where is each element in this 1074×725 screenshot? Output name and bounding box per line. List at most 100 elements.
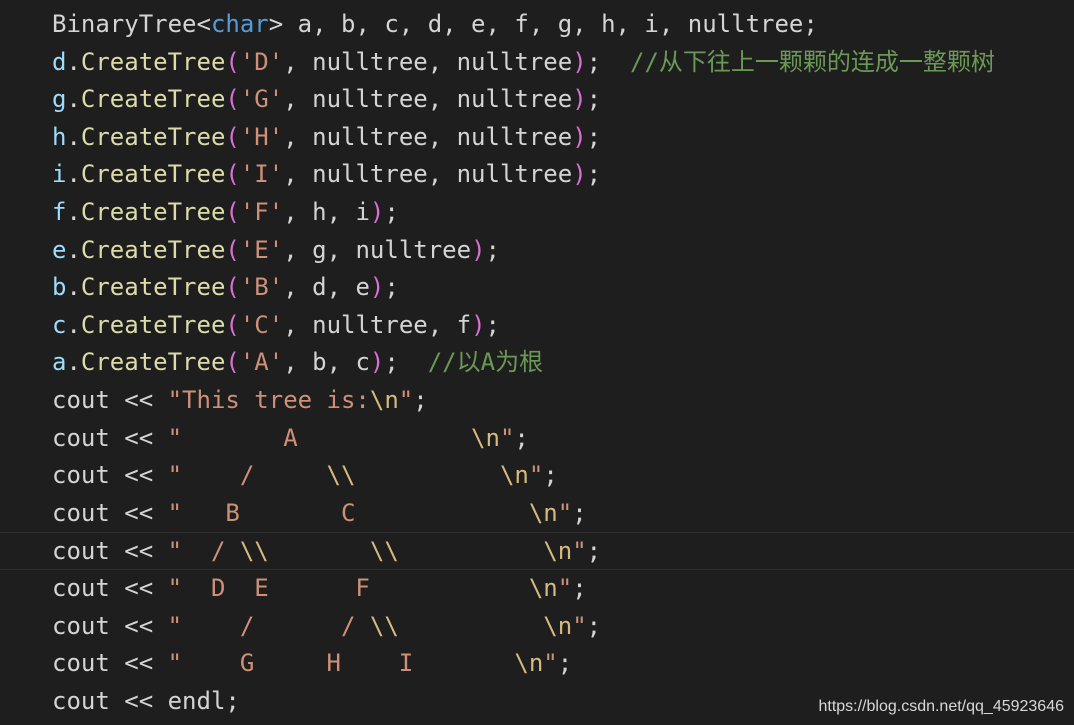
code-line[interactable]: g.CreateTree('G', nulltree, nulltree); <box>0 81 1074 119</box>
code-token-string: 'I' <box>239 160 284 189</box>
code-token-paren: ( <box>225 310 240 339</box>
code-token-string: " <box>543 649 558 678</box>
code-token-method: CreateTree <box>80 310 226 339</box>
code-token-default: ; <box>586 537 602 566</box>
code-line[interactable]: cout << "This tree is:\n"; <box>0 382 1074 420</box>
code-token-string: "This tree is: <box>167 386 370 414</box>
code-token-default: ; <box>586 611 602 640</box>
code-token-default: , nulltree, nulltree <box>283 47 573 76</box>
code-token-string: " G H I <box>167 649 515 678</box>
code-line[interactable]: cout << " / \\ \\ \n"; <box>0 532 1074 570</box>
code-token-default: . <box>66 310 81 339</box>
code-line[interactable]: d.CreateTree('D', nulltree, nulltree); /… <box>0 44 1074 82</box>
code-token-default: ; <box>586 122 602 151</box>
code-token-escape: \n <box>528 498 558 527</box>
code-token-paren: ) <box>572 47 587 76</box>
code-token-comment: //从下往上一颗颗的连成一整颗树 <box>630 47 995 76</box>
code-token-paren: ) <box>572 160 587 189</box>
code-line[interactable]: f.CreateTree('F', h, i); <box>0 194 1074 232</box>
code-token-default: ; <box>586 160 602 189</box>
code-token-variable: c <box>52 310 67 339</box>
code-line[interactable]: BinaryTree<char> a, b, c, d, e, f, g, h,… <box>0 6 1074 44</box>
code-line[interactable]: cout << " / \\ \n"; <box>0 457 1074 495</box>
code-line[interactable]: cout << " G H I \n"; <box>0 645 1074 683</box>
code-token-string: " <box>499 423 515 452</box>
code-token-escape: \n <box>543 537 573 566</box>
code-token-string: " <box>572 537 587 566</box>
code-token-escape: \n <box>514 649 544 678</box>
code-token-method: CreateTree <box>80 47 226 76</box>
code-token-variable: e <box>52 235 67 264</box>
code-token-default: cout << <box>52 461 168 490</box>
code-line[interactable]: cout << " A \n"; <box>0 420 1074 458</box>
code-token-paren: ( <box>225 47 240 76</box>
code-token-method: CreateTree <box>80 160 226 189</box>
code-token-default: ; <box>485 235 500 264</box>
code-token-default: ; <box>586 47 631 76</box>
code-token-variable: h <box>52 122 67 151</box>
code-token-paren: ( <box>225 273 240 302</box>
code-token-variable: d <box>52 47 67 76</box>
code-token-string: 'G' <box>239 85 284 114</box>
code-token-default: , nulltree, nulltree <box>283 122 573 151</box>
code-token-default: . <box>66 160 81 189</box>
code-token-default: cout << <box>52 649 168 678</box>
code-token-paren: ( <box>225 160 240 189</box>
code-token-default: , nulltree, nulltree <box>283 160 573 189</box>
code-token-paren: ) <box>471 310 486 339</box>
code-token-default: ; <box>572 498 587 527</box>
code-editor[interactable]: BinaryTree<char> a, b, c, d, e, f, g, h,… <box>0 0 1074 725</box>
code-line[interactable]: h.CreateTree('H', nulltree, nulltree); <box>0 119 1074 157</box>
code-token-string: " / <box>167 537 240 566</box>
code-token-string: " D E F <box>167 574 529 602</box>
code-token-string <box>399 612 544 640</box>
code-token-paren: ) <box>572 122 587 151</box>
watermark-url: https://blog.csdn.net/qq_45923646 <box>818 698 1064 715</box>
code-line[interactable]: i.CreateTree('I', nulltree, nulltree); <box>0 156 1074 194</box>
code-token-string <box>355 461 500 489</box>
code-token-default: , d, e <box>283 273 370 302</box>
code-token-escape: \\ <box>326 461 356 490</box>
code-token-string <box>399 537 544 565</box>
code-token-string: 'H' <box>239 122 284 151</box>
code-token-method: CreateTree <box>80 122 226 151</box>
code-token-default: . <box>66 198 81 226</box>
code-token-default: . <box>66 122 81 151</box>
code-token-method: CreateTree <box>80 198 226 226</box>
code-token-string: " B C <box>167 498 529 527</box>
code-token-string: " <box>572 611 587 640</box>
code-line[interactable]: cout << " D E F \n"; <box>0 570 1074 608</box>
code-token-escape: \n <box>369 386 399 414</box>
code-token-string: 'C' <box>239 310 284 339</box>
code-token-default: ; <box>485 310 500 339</box>
code-line[interactable]: a.CreateTree('A', b, c); //以A为根 <box>0 344 1074 382</box>
code-token-paren: ) <box>369 198 385 226</box>
code-token-default: cout << endl; <box>52 686 240 715</box>
code-token-string: " <box>557 574 573 602</box>
code-line[interactable]: b.CreateTree('B', d, e); <box>0 269 1074 307</box>
code-line[interactable]: c.CreateTree('C', nulltree, f); <box>0 307 1074 345</box>
code-token-default: ; <box>572 574 587 602</box>
code-token-string: " <box>557 498 573 527</box>
code-token-variable: b <box>52 273 67 302</box>
code-token-string: 'D' <box>239 47 284 76</box>
code-token-default: . <box>66 235 81 264</box>
code-token-variable: f <box>52 198 67 226</box>
code-token-paren: ( <box>225 198 240 226</box>
code-token-paren: ( <box>225 122 240 151</box>
code-token-default: ; <box>413 386 428 414</box>
code-line[interactable]: e.CreateTree('E', g, nulltree); <box>0 232 1074 270</box>
code-token-default: cout << <box>52 386 168 414</box>
code-token-string: " <box>528 461 544 490</box>
code-token-default: ; <box>384 273 399 302</box>
code-token-default: ; <box>384 198 399 226</box>
code-line[interactable]: cout << " B C \n"; <box>0 495 1074 533</box>
code-token-string: " A <box>167 423 472 452</box>
code-token-default: > a, b, c, d, e, f, g, h, i, nulltree; <box>268 10 818 38</box>
code-token-escape: \n <box>543 611 573 640</box>
code-token-default: , h, i <box>283 198 370 226</box>
code-token-escape: \n <box>499 461 529 490</box>
code-line[interactable]: cout << " / / \\ \n"; <box>0 608 1074 646</box>
code-token-method: CreateTree <box>80 235 226 264</box>
code-token-default: ; <box>384 348 428 377</box>
